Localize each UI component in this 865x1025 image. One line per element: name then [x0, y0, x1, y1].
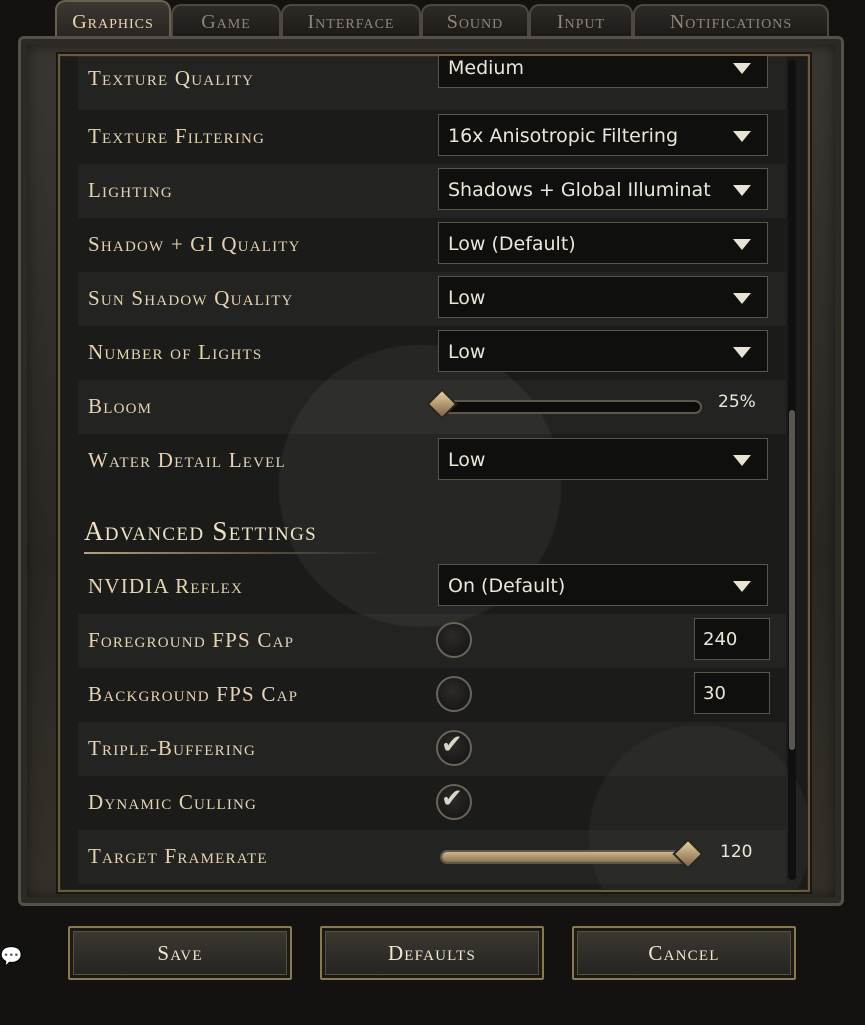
- slider-value: 120: [720, 842, 753, 862]
- scrollbar[interactable]: [788, 60, 796, 880]
- triple-buffering-checkbox[interactable]: ✔: [436, 730, 472, 766]
- setting-label: Foreground FPS Cap: [88, 628, 295, 652]
- foreground-fps-checkbox[interactable]: [436, 622, 472, 658]
- tab-input[interactable]: Input: [529, 4, 633, 38]
- tab-interface[interactable]: Interface: [281, 4, 421, 38]
- advanced-settings-header: Advanced Settings: [84, 516, 414, 556]
- section-divider: [84, 552, 384, 554]
- texture-filtering-dropdown[interactable]: 16x Anisotropic Filtering: [438, 114, 768, 156]
- setting-row-shadow-gi-quality: Shadow + GI Quality Low (Default): [78, 218, 786, 272]
- chevron-down-icon: [733, 63, 751, 74]
- slider-handle[interactable]: [672, 838, 704, 870]
- cancel-button[interactable]: Cancel: [572, 926, 796, 980]
- setting-row-bloom: Bloom 25%: [78, 380, 786, 434]
- setting-row-foreground-fps: Foreground FPS Cap 240: [78, 614, 786, 668]
- chevron-down-icon: [733, 455, 751, 466]
- setting-row-water-detail: Water Detail Level Low: [78, 434, 786, 488]
- tab-game[interactable]: Game: [171, 4, 281, 38]
- setting-label: Texture Filtering: [88, 124, 266, 148]
- setting-label: Sun Shadow Quality: [88, 286, 294, 310]
- bloom-slider[interactable]: [426, 388, 702, 420]
- dropdown-value: 16x Anisotropic Filtering: [448, 125, 679, 147]
- dropdown-value: Low: [448, 449, 486, 471]
- target-framerate-slider[interactable]: [440, 838, 704, 870]
- button-bar: Save Defaults Cancel: [58, 918, 812, 988]
- setting-label: Triple-Buffering: [88, 736, 257, 760]
- checkmark-icon: ✔: [441, 784, 463, 814]
- chevron-down-icon: [733, 131, 751, 142]
- chevron-down-icon: [733, 185, 751, 196]
- dropdown-value: Low (Default): [448, 233, 576, 255]
- setting-row-lighting: Lighting Shadows + Global Illuminat: [78, 164, 786, 218]
- slider-value: 25%: [718, 392, 756, 412]
- chevron-down-icon: [733, 581, 751, 592]
- nvidia-reflex-dropdown[interactable]: On (Default): [438, 564, 768, 606]
- chevron-down-icon: [733, 239, 751, 250]
- setting-label: NVIDIA Reflex: [88, 574, 244, 598]
- setting-row-background-fps: Background FPS Cap 30: [78, 668, 786, 722]
- setting-label: Target Framerate: [88, 844, 268, 868]
- setting-label: Texture Quality: [88, 66, 255, 90]
- dropdown-value: Shadows + Global Illuminat: [448, 179, 711, 201]
- save-button[interactable]: Save: [68, 926, 292, 980]
- texture-quality-dropdown[interactable]: Medium: [438, 56, 768, 88]
- sun-shadow-quality-dropdown[interactable]: Low: [438, 276, 768, 318]
- input-value: 240: [703, 629, 738, 650]
- background-fps-input[interactable]: 30: [694, 672, 770, 714]
- setting-label: Water Detail Level: [88, 448, 286, 472]
- slider-handle[interactable]: [426, 388, 458, 420]
- input-value: 30: [703, 683, 726, 704]
- number-of-lights-dropdown[interactable]: Low: [438, 330, 768, 372]
- section-title: Advanced Settings: [84, 516, 317, 546]
- tab-notifications[interactable]: Notifications: [633, 4, 829, 38]
- dropdown-value: Low: [448, 341, 486, 363]
- shadow-gi-quality-dropdown[interactable]: Low (Default): [438, 222, 768, 264]
- setting-label: Lighting: [88, 178, 173, 202]
- setting-row-triple-buffering: Triple-Buffering ✔: [78, 722, 786, 776]
- setting-row-texture-quality: Texture Quality Medium: [78, 56, 786, 110]
- foreground-fps-input[interactable]: 240: [694, 618, 770, 660]
- chat-bubble-icon[interactable]: 💬: [0, 946, 22, 967]
- setting-label: Number of Lights: [88, 340, 263, 364]
- water-detail-dropdown[interactable]: Low: [438, 438, 768, 480]
- setting-row-sun-shadow-quality: Sun Shadow Quality Low: [78, 272, 786, 326]
- setting-row-nvidia-reflex: NVIDIA Reflex On (Default): [78, 560, 786, 614]
- dropdown-value: Low: [448, 287, 486, 309]
- background-fps-checkbox[interactable]: [436, 676, 472, 712]
- dynamic-culling-checkbox[interactable]: ✔: [436, 784, 472, 820]
- checkmark-icon: ✔: [441, 730, 463, 760]
- slider-fill: [442, 852, 688, 862]
- chevron-down-icon: [733, 347, 751, 358]
- settings-panel: Texture Quality Medium Texture Filtering…: [58, 54, 810, 892]
- lighting-dropdown[interactable]: Shadows + Global Illuminat: [438, 168, 768, 210]
- defaults-button[interactable]: Defaults: [320, 926, 544, 980]
- scrollbar-thumb[interactable]: [789, 410, 795, 750]
- chevron-down-icon: [733, 293, 751, 304]
- dropdown-value: On (Default): [448, 575, 566, 597]
- dropdown-value: Medium: [448, 57, 524, 79]
- setting-row-target-framerate: Target Framerate 120: [78, 830, 786, 884]
- setting-row-dynamic-culling: Dynamic Culling ✔: [78, 776, 786, 830]
- tab-sound[interactable]: Sound: [421, 4, 529, 38]
- setting-row-number-of-lights: Number of Lights Low: [78, 326, 786, 380]
- setting-row-texture-filtering: Texture Filtering 16x Anisotropic Filter…: [78, 110, 786, 164]
- setting-label: Shadow + GI Quality: [88, 232, 301, 256]
- setting-label: Bloom: [88, 394, 153, 418]
- setting-label: Dynamic Culling: [88, 790, 258, 814]
- setting-label: Background FPS Cap: [88, 682, 299, 706]
